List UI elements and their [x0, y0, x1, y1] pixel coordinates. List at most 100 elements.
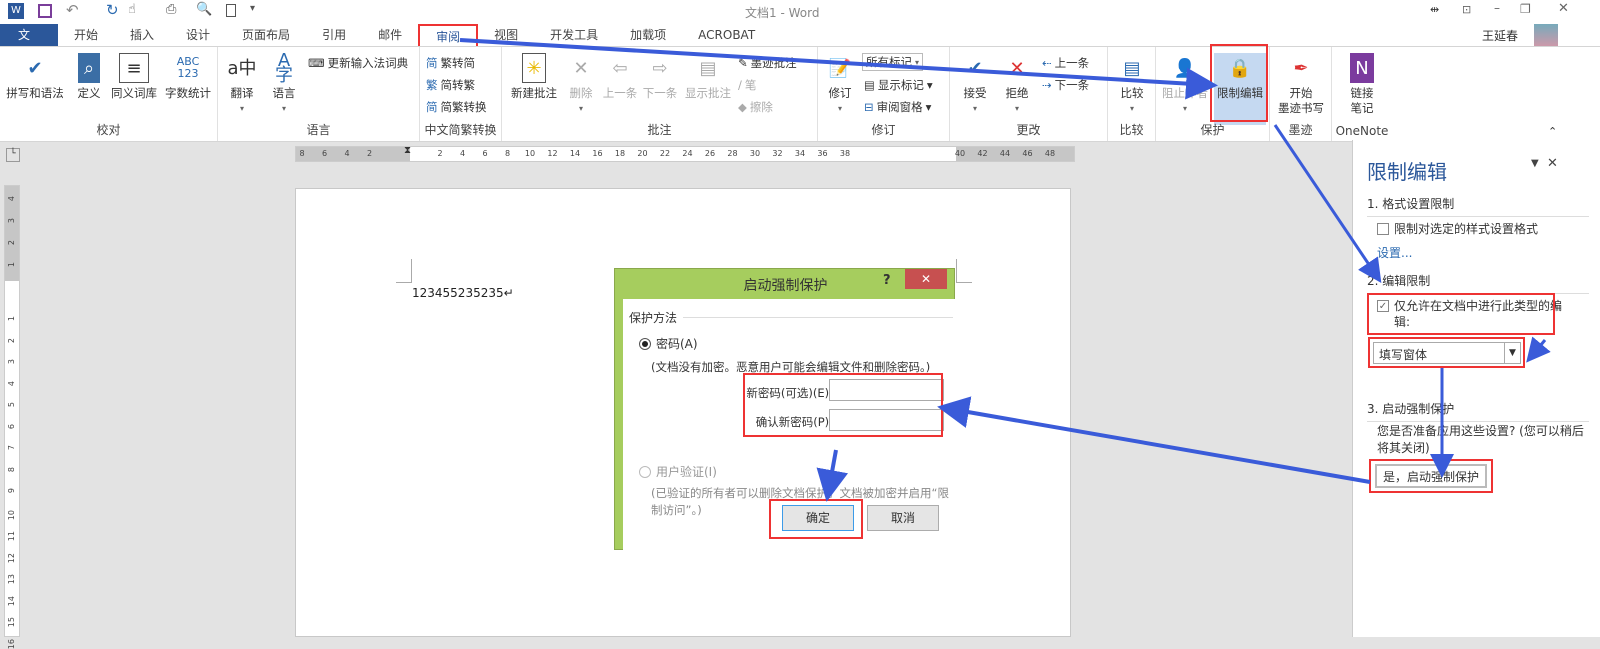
format-restrict-checkbox[interactable]: 限制对选定的样式设置格式	[1377, 220, 1538, 237]
start-inking-button[interactable]: ✒ 开始 墨迹书写	[1272, 53, 1330, 116]
previous-comment-button[interactable]: ⇦ 上一条	[600, 53, 640, 101]
thesaurus-button[interactable]: ≡ 同义词库	[108, 53, 160, 101]
label: 翻译	[230, 86, 254, 100]
tab-design[interactable]: 设计	[170, 24, 226, 46]
minimize-icon[interactable]: –	[1494, 1, 1500, 15]
spell-check-icon: ✔	[27, 57, 43, 79]
redo-icon[interactable]: ↻	[106, 1, 119, 19]
ruler-number: 1	[7, 316, 16, 322]
show-markup-button[interactable]: ▤ 显示标记 ▾	[864, 77, 933, 93]
tab-mailings[interactable]: 邮件	[362, 24, 418, 46]
label: 拼写和语法	[6, 86, 64, 100]
ruler-number: 8	[504, 149, 511, 158]
word-count-button[interactable]: ABC 123 字数统计	[162, 53, 214, 101]
cancel-button[interactable]: 取消	[867, 505, 939, 531]
define-button[interactable]: ⌕ 定义	[72, 53, 106, 101]
tab-view[interactable]: 视图	[478, 24, 534, 46]
tab-review[interactable]: 审阅	[418, 24, 479, 46]
ruler-number: 2	[437, 149, 443, 158]
conversion-button[interactable]: 简简繁转换	[426, 99, 487, 115]
settings-link[interactable]: 设置...	[1377, 244, 1412, 261]
ruler-number: 8	[7, 466, 16, 472]
linked-notes-button[interactable]: N 链接 笔记	[1338, 53, 1386, 116]
tab-developer[interactable]: 开发工具	[534, 24, 614, 46]
ink-comment-button[interactable]: ✎ 墨迹批注	[738, 55, 797, 71]
group-compare: ▤ 比较 ▾ 比较	[1108, 47, 1156, 141]
ribbon-display-icon[interactable]: ⊡	[1462, 3, 1471, 16]
label: 擦除	[749, 100, 773, 114]
conversion-icon: 简	[426, 100, 438, 114]
document-text[interactable]: 123455235235↵	[412, 286, 514, 300]
ruler-number: 36	[817, 149, 828, 158]
undo-icon[interactable]: ↶	[66, 1, 79, 19]
markup-select[interactable]: 所有标记 ▾	[862, 53, 924, 71]
tab-stop-selector[interactable]: └	[6, 148, 20, 162]
tab-insert[interactable]: 插入	[114, 24, 170, 46]
delete-comment-button[interactable]: ✕ 删除 ▾	[564, 53, 598, 116]
print-icon[interactable]: ⎙	[166, 2, 176, 17]
preview-icon[interactable]: 🔍	[196, 2, 212, 17]
simp-to-trad-button[interactable]: 繁简转繁	[426, 77, 475, 93]
label: 显示批注	[685, 86, 731, 100]
reject-button[interactable]: ✕ 拒绝 ▾	[1000, 53, 1034, 116]
ruler-number: 6	[321, 149, 328, 158]
word-count-icon: ABC 123	[176, 55, 200, 80]
new-comment-button[interactable]: ✳ 新建批注	[506, 53, 562, 101]
previous-change-button[interactable]: ⇠ 上一条	[1042, 55, 1089, 71]
restore-icon[interactable]: ❐	[1520, 2, 1531, 16]
translate-button[interactable]: a中 翻译 ▾	[222, 53, 262, 116]
group-label: 保护	[1200, 123, 1225, 137]
divider	[683, 317, 953, 318]
save-icon[interactable]	[38, 4, 52, 18]
spelling-grammar-button[interactable]: ✔ 拼写和语法	[4, 53, 66, 101]
ruler-number: 11	[7, 531, 16, 542]
help-icon[interactable]: ?	[883, 273, 891, 288]
reviewing-pane-button[interactable]: ⊟ 审阅窗格 ▾	[864, 99, 931, 115]
user-name[interactable]: 王延春	[1482, 27, 1518, 44]
pane-options-icon[interactable]: ▼	[1531, 158, 1539, 169]
user-auth-radio[interactable]: 用户验证(I)	[639, 463, 717, 480]
update-ime-dictionary-button[interactable]: ⌨ 更新输入法词典	[308, 55, 408, 71]
help-icon[interactable]: ⇹	[1430, 3, 1439, 16]
block-authors-button[interactable]: 👤 阻止作者 ▾	[1160, 53, 1210, 116]
tab-references[interactable]: 引用	[306, 24, 362, 46]
compare-button[interactable]: ▤ 比较 ▾	[1114, 53, 1150, 116]
dialog-close-button[interactable]: ✕	[905, 269, 947, 289]
close-icon[interactable]: ✕	[1558, 1, 1569, 16]
indent-marker-icon[interactable]: ⧗	[404, 145, 411, 156]
block-authors-icon: 👤	[1173, 57, 1197, 79]
vertical-ruler[interactable]: 4 3 2 1 1 2 3 4 5 6 7 8 9 10 11 12 13 14 15 16	[4, 185, 20, 649]
pen-button[interactable]: / 笔	[738, 77, 756, 93]
avatar[interactable]	[1534, 24, 1558, 46]
highlight-box	[1367, 293, 1555, 335]
next-comment-button[interactable]: ⇨ 下一条	[640, 53, 680, 101]
customize-icon[interactable]: ▾	[250, 3, 255, 14]
ruler-number: 16	[7, 638, 16, 649]
ruler-number: 26	[704, 149, 716, 158]
inking-icon: ✒	[1293, 57, 1309, 79]
tab-addins[interactable]: 加载项	[614, 24, 682, 46]
language-button[interactable]: A字 语言 ▾	[264, 52, 304, 116]
collapse-ribbon-icon[interactable]: ⌃	[1548, 125, 1557, 138]
touch-icon[interactable]: ☝	[128, 2, 136, 17]
tab-acrobat[interactable]: ACROBAT	[682, 24, 771, 46]
pane-close-icon[interactable]: ✕	[1547, 156, 1558, 171]
tab-file[interactable]: 文件	[0, 24, 58, 64]
label: 上一条	[1054, 56, 1090, 70]
track-changes-button[interactable]: 📝 修订 ▾	[822, 53, 858, 116]
trad-to-simp-button[interactable]: 简繁转简	[426, 55, 475, 71]
tab-home[interactable]: 开始	[58, 24, 114, 46]
new-icon[interactable]	[226, 4, 236, 17]
password-radio[interactable]: 密码(A)	[639, 335, 698, 352]
ruler-number: 12	[547, 149, 558, 158]
show-comments-button[interactable]: ▤ 显示批注	[682, 53, 734, 101]
eraser-button[interactable]: ◆ 擦除	[738, 99, 773, 115]
translate-icon: a中	[227, 57, 257, 79]
highlight-box	[1368, 337, 1525, 368]
accept-button[interactable]: ✔ 接受 ▾	[958, 53, 992, 116]
label: 定义	[77, 86, 101, 100]
ruler-number: 18	[614, 149, 626, 158]
horizontal-ruler[interactable]: ⧗ 8 6 4 2 2 4 6 8 10 12 14 16 18 20 22 24 26 28 30 32 34 36 38…	[295, 145, 1075, 162]
tab-layout[interactable]: 页面布局	[226, 24, 306, 46]
next-change-button[interactable]: ⇢ 下一条	[1042, 77, 1089, 93]
